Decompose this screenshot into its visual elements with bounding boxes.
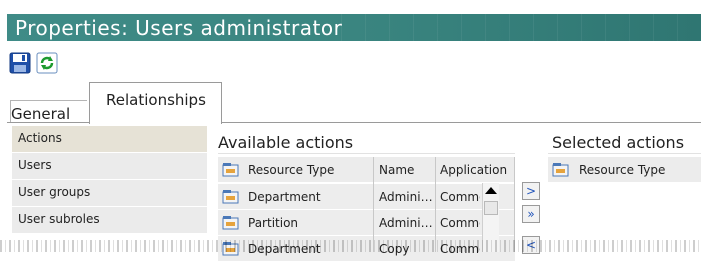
table-row[interactable]: Partition Admini… Commor [218, 209, 515, 235]
tab-relationships-label: Relationships [106, 91, 206, 109]
add-all-arrow-icon: » [527, 207, 535, 221]
column-separator [373, 157, 374, 252]
list-item-label: Actions [18, 131, 62, 145]
list-item-label: User groups [18, 185, 91, 199]
cell-name: Admini… [379, 216, 433, 230]
add-arrow-icon: > [525, 184, 537, 198]
tab-general[interactable]: General [10, 100, 87, 123]
add-all-button[interactable]: » [522, 205, 540, 223]
table-header: Resource Type Name Application [218, 157, 515, 182]
tab-relationships[interactable]: Relationships [89, 82, 222, 124]
resource-type-icon [222, 163, 239, 177]
cell-resource-type: Partition [248, 216, 299, 230]
column-header-resource-type[interactable]: Resource Type [579, 163, 665, 177]
add-button[interactable]: > [522, 182, 540, 200]
column-separator [514, 157, 515, 252]
list-item-user-groups[interactable]: User groups [12, 179, 207, 206]
scroll-up-icon[interactable] [485, 187, 497, 194]
column-header-application[interactable]: Application [440, 163, 507, 177]
list-item-users[interactable]: Users [12, 152, 207, 179]
available-actions-table: Resource Type Name Application Departmen… [218, 157, 515, 261]
column-header-name[interactable]: Name [379, 163, 414, 177]
selected-actions-table-header: Resource Type [548, 157, 701, 182]
cell-resource-type: Department [248, 190, 321, 204]
title-bar: Properties: Users administrator [7, 14, 701, 41]
tab-general-label: General [11, 105, 71, 123]
screen-artifact-strip [0, 240, 701, 252]
table-row[interactable]: Department Admini… Commor [218, 183, 515, 209]
column-header-resource-type[interactable]: Resource Type [248, 163, 334, 177]
window-title: Properties: Users administrator [15, 16, 343, 40]
section-underline [548, 153, 701, 154]
list-item-label: User subroles [18, 212, 100, 226]
resource-type-icon [222, 190, 239, 204]
scrollbar-thumb[interactable] [484, 201, 498, 215]
section-underline [218, 153, 515, 154]
list-item-label: Users [18, 158, 52, 172]
list-item-actions[interactable]: Actions [12, 125, 207, 152]
save-icon [9, 52, 31, 74]
save-button[interactable] [9, 52, 31, 74]
column-separator [435, 157, 436, 252]
refresh-icon [36, 52, 58, 74]
list-item-user-subroles[interactable]: User subroles [12, 206, 207, 233]
resource-type-icon [222, 216, 239, 230]
available-actions-label: Available actions [218, 133, 354, 152]
cell-name: Admini… [379, 190, 433, 204]
cell-application: Commor [440, 190, 480, 204]
cell-application: Commor [440, 216, 480, 230]
refresh-button[interactable] [36, 52, 58, 74]
resource-type-icon [552, 163, 569, 177]
selected-actions-label: Selected actions [552, 133, 685, 152]
